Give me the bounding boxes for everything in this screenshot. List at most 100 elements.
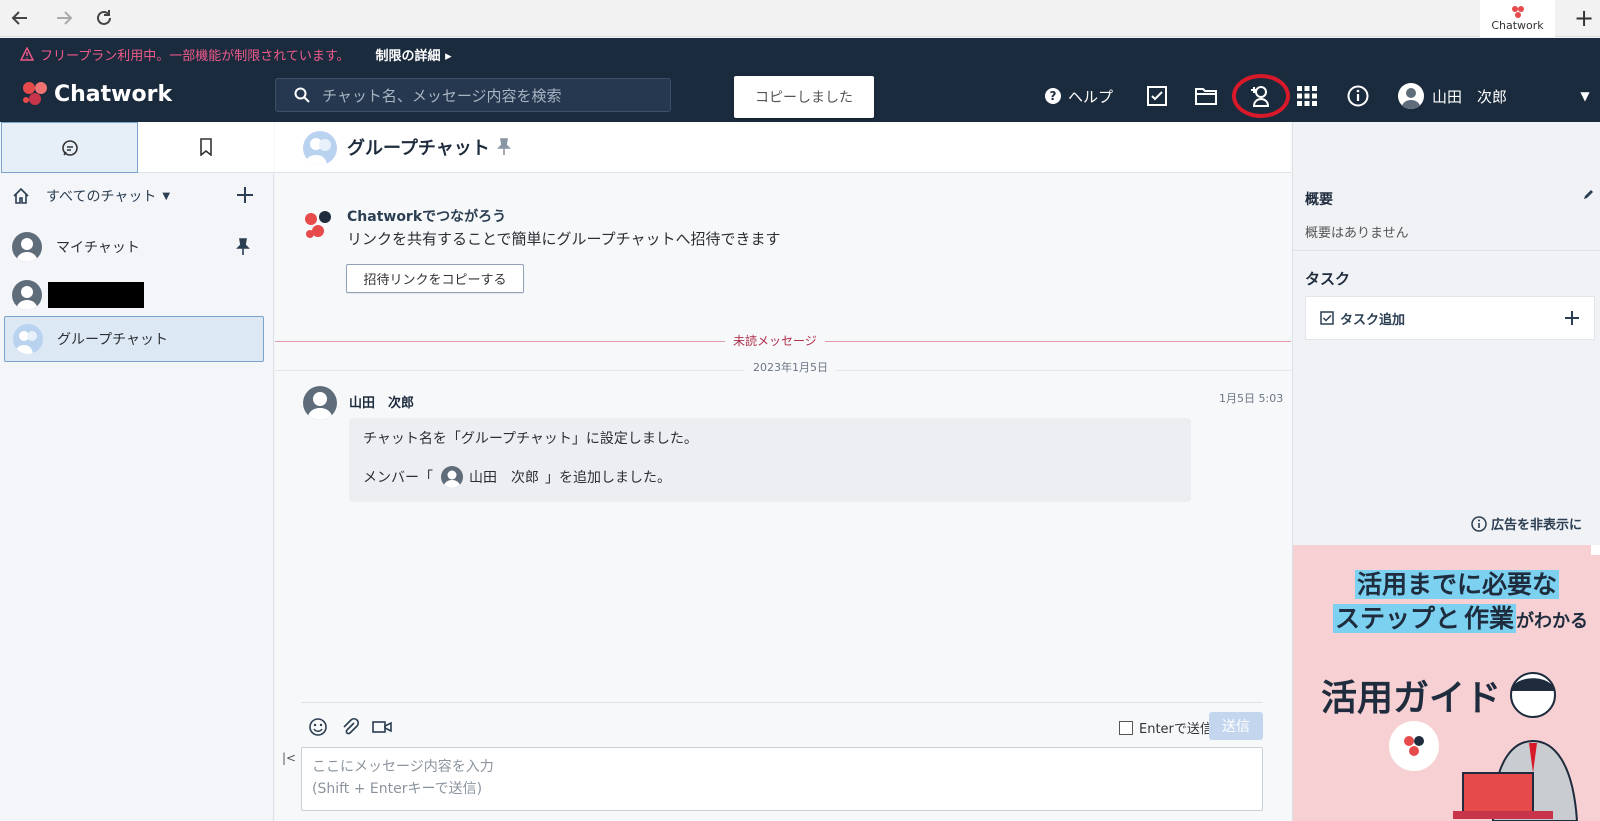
ad-banner[interactable]: 活用までに必要な ステップと 作業 がわかる 活用ガイド — [1293, 545, 1600, 821]
add-chat-button[interactable] — [234, 184, 256, 206]
group-avatar — [13, 324, 43, 354]
promo-title: Chatworkでつながろう — [347, 209, 507, 225]
help-label: ヘルプ — [1068, 87, 1114, 106]
chatwork-logo-icon — [23, 82, 47, 105]
ad-headline-text: ステップと — [1333, 604, 1463, 633]
info-icon[interactable] — [1346, 81, 1370, 111]
divider — [1293, 250, 1600, 251]
chat-bubble-icon — [61, 139, 78, 156]
help-button[interactable]: ? ヘルプ — [1044, 81, 1113, 111]
chevron-down-icon[interactable]: ▼ — [1578, 81, 1592, 111]
collapse-icon[interactable]: |< — [281, 750, 297, 766]
avatar — [12, 232, 42, 262]
back-icon[interactable] — [6, 4, 34, 32]
unread-label: 未読メッセージ — [725, 332, 825, 349]
group-avatar — [303, 131, 337, 165]
ad-headline: ステップと 作業 がわかる — [1333, 599, 1588, 635]
browser-tab-title: Chatwork — [1491, 19, 1544, 32]
add-task-button[interactable]: タスク追加 — [1305, 296, 1595, 340]
tab-chats[interactable] — [1, 122, 138, 173]
forward-icon[interactable] — [50, 4, 78, 32]
right-panel: 概要 概要はありません タスク タスク追加 広告を非表示に 活用までに必要な ス… — [1292, 122, 1600, 821]
chat-title: グループチャット — [347, 138, 490, 159]
send-button[interactable]: 送信 — [1209, 712, 1263, 740]
message-placeholder-hint: (Shift + Enterキーで送信) — [312, 781, 483, 797]
search-icon — [294, 87, 310, 103]
summary-text: 概要はありません — [1305, 226, 1409, 241]
apps-grid-icon[interactable] — [1296, 81, 1318, 111]
add-task-label: タスク追加 — [1340, 312, 1406, 328]
app-header: Chatwork チャット名、メッセージ内容を検索 コピーしました ? ヘルプ … — [0, 70, 1600, 122]
user-name: 山田 次郎 — [1432, 87, 1508, 106]
new-tab-button[interactable]: + — [1570, 4, 1598, 32]
browser-tab[interactable]: Chatwork — [1480, 0, 1555, 37]
emoji-icon[interactable] — [305, 714, 331, 740]
sidebar-item-mychat[interactable]: マイチャット — [4, 224, 264, 270]
message-member-name: 山田 次郎 — [469, 470, 539, 486]
chatwork-tab-icon — [1511, 6, 1524, 18]
task-check-icon — [1320, 311, 1334, 325]
chat-filter-label: すべてのチャット — [46, 189, 157, 205]
video-call-icon[interactable] — [369, 714, 395, 740]
chat-header: グループチャット 招待 — [275, 122, 1588, 173]
chatwork-logo[interactable]: Chatwork — [20, 80, 172, 108]
folder-icon[interactable] — [1194, 81, 1218, 111]
limit-details-link[interactable]: 制限の詳細 ▸ — [376, 45, 452, 64]
divider — [301, 702, 1263, 703]
help-icon: ? — [1045, 88, 1061, 104]
attachment-icon[interactable] — [337, 714, 363, 740]
pin-icon[interactable] — [497, 138, 511, 156]
edit-pencil-icon[interactable] — [1583, 188, 1595, 200]
tab-bookmarks[interactable] — [138, 122, 274, 173]
logo-text: Chatwork — [54, 81, 173, 107]
composer: Enterで送信 送信 |< ここにメッセージ内容を入力 (Shift + En… — [282, 702, 1263, 819]
reload-icon[interactable] — [90, 4, 118, 32]
avatar[interactable] — [303, 386, 337, 420]
message-line: チャット名を「グループチャット」に設定しました。 — [363, 431, 698, 447]
sidebar-item-label: マイチャット — [56, 240, 140, 256]
message-text: メンバー「 — [363, 470, 433, 486]
info-icon — [1471, 515, 1487, 532]
avatar — [12, 280, 42, 310]
message-text: 」を追加しました。 — [545, 470, 671, 486]
ad-corner — [1591, 545, 1600, 555]
message-sender[interactable]: 山田 次郎 — [349, 392, 414, 411]
chat-main: グループチャット 招待 Chatworkでつながろう リンクを共有することで簡単… — [275, 122, 1588, 821]
message-bubble: チャット名を「グループチャット」に設定しました。 メンバー「 山田 次郎 」を追… — [349, 418, 1191, 502]
copy-invite-link-button[interactable]: 招待リンクをコピーする — [346, 264, 524, 293]
ad-headline: 活用までに必要な — [1355, 565, 1560, 601]
redacted-name — [48, 282, 144, 308]
ad-headline-text: 作業 — [1462, 604, 1517, 633]
promo-text: リンクを共有することで簡単にグループチャットへ招待できます — [347, 230, 781, 248]
search-input[interactable]: チャット名、メッセージ内容を検索 — [275, 78, 671, 112]
sidebar-item-redacted[interactable] — [4, 272, 264, 318]
plus-icon — [237, 187, 253, 203]
warning-icon — [20, 47, 34, 61]
task-title: タスク — [1305, 270, 1351, 288]
chat-filter[interactable]: すべてのチャット ▼ — [4, 174, 264, 218]
enter-to-send-checkbox[interactable]: Enterで送信 — [1119, 718, 1213, 737]
search-placeholder: チャット名、メッセージ内容を検索 — [322, 86, 562, 105]
sidebar-item-groupchat[interactable]: グループチャット — [4, 316, 264, 362]
user-menu[interactable]: 山田 次郎 — [1398, 81, 1507, 111]
sidebar-item-label: グループチャット — [57, 332, 169, 348]
summary-title: 概要 — [1305, 192, 1333, 208]
ad-headline-text: がわかる — [1516, 611, 1589, 632]
pin-icon[interactable] — [236, 238, 250, 256]
plan-banner: フリープラン利用中。一部機能が制限されています。 制限の詳細 ▸ — [0, 38, 1600, 70]
chatwork-promo-icon — [301, 208, 335, 242]
banner-text: フリープラン利用中。一部機能が制限されています。 — [40, 48, 350, 64]
checkbox[interactable] — [1119, 720, 1133, 735]
ad-person-illustration — [1453, 672, 1579, 821]
ad-headline-text: 活用までに必要な — [1355, 570, 1560, 599]
hide-ads-label: 広告を非表示に — [1491, 518, 1583, 533]
date-label: 2023年1月5日 — [745, 359, 836, 375]
add-contact-icon[interactable] — [1246, 81, 1274, 111]
plus-icon — [1565, 311, 1579, 325]
avatar — [441, 466, 463, 488]
hide-ads-link[interactable]: 広告を非表示に — [1471, 514, 1582, 533]
message-time: 1月5日 5:03 — [1219, 392, 1284, 405]
task-icon[interactable] — [1146, 81, 1168, 111]
message-input[interactable]: ここにメッセージ内容を入力 (Shift + Enterキーで送信) — [301, 747, 1263, 811]
message-placeholder: ここにメッセージ内容を入力 — [312, 759, 494, 775]
